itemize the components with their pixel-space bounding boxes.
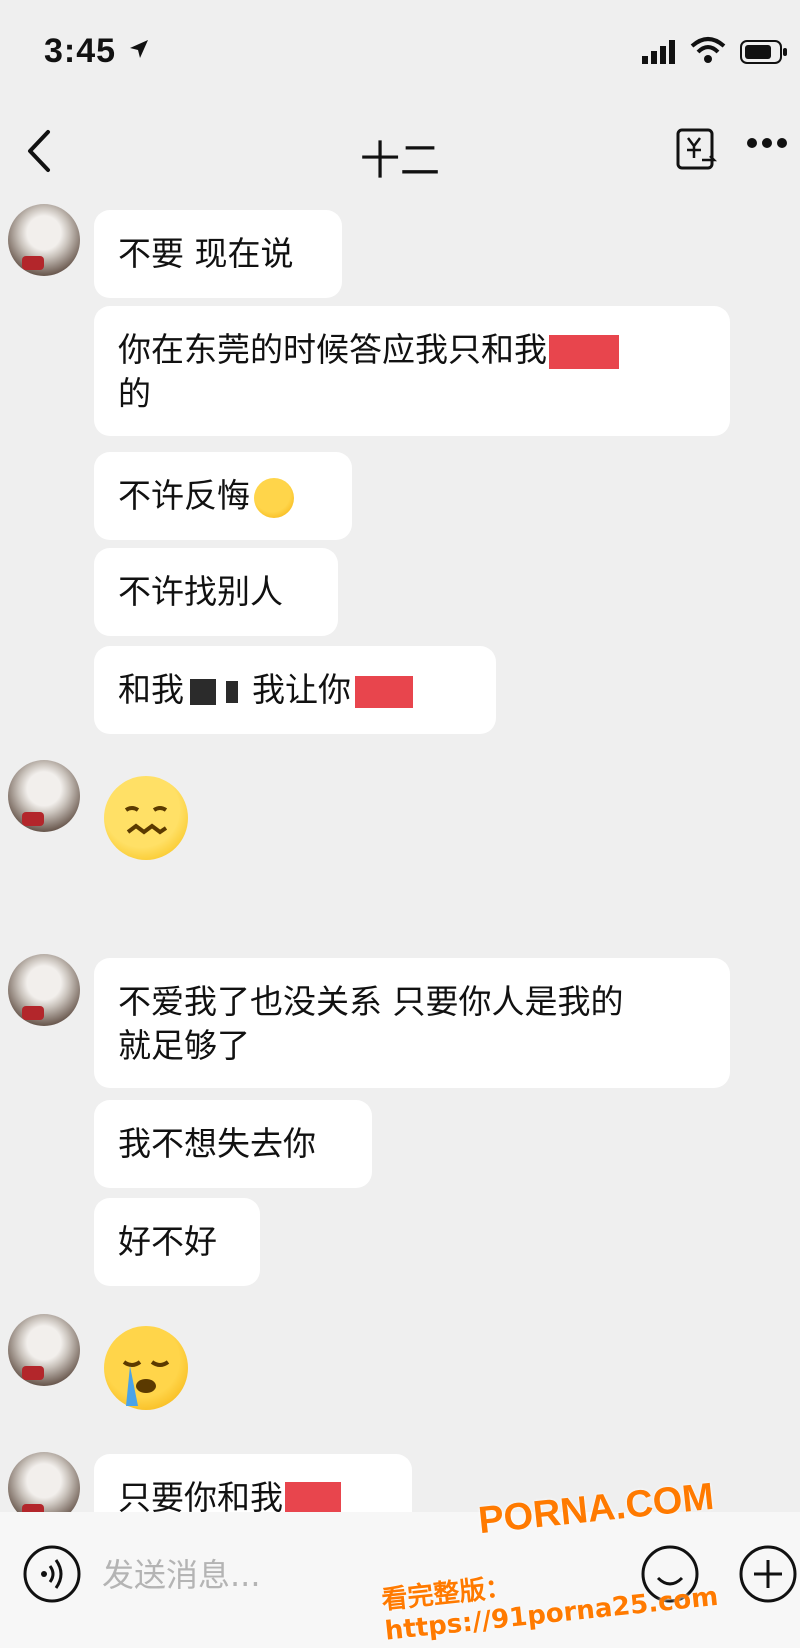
avatar[interactable]: [8, 954, 80, 1026]
chat-header: 十二: [0, 110, 800, 190]
status-time: 3:45: [44, 32, 117, 70]
message-text: 的: [118, 374, 151, 413]
loudly-crying-face-icon: [104, 1326, 188, 1410]
message-bubble: 好不好: [94, 1198, 260, 1286]
message-bubble: 和我 我让你: [94, 646, 496, 734]
message-text: 不要 现在说: [118, 234, 294, 273]
message-bubble: 我不想失去你: [94, 1100, 372, 1188]
signal-icon: [642, 40, 675, 64]
redaction-mark: [190, 678, 216, 705]
message-text: 你在东莞的时候答应我只和我: [118, 330, 547, 369]
message-text: 我让你: [252, 670, 351, 709]
message-bubble: 不许找别人: [94, 548, 338, 636]
battery-icon: [740, 40, 787, 64]
location-arrow-icon: [130, 40, 148, 58]
avatar[interactable]: [8, 204, 80, 276]
message-text: 好不好: [118, 1222, 217, 1261]
redaction-mark: [226, 680, 238, 703]
redaction-mark: [549, 334, 619, 369]
wifi-icon: [690, 37, 726, 63]
message-bubble: 不许反悔: [94, 452, 352, 540]
woozy-face-icon: [104, 776, 188, 860]
translate-icon[interactable]: [676, 128, 718, 172]
redaction-mark: [355, 675, 413, 708]
message-text: 我不想失去你: [118, 1124, 316, 1163]
message-text: 和我: [118, 670, 184, 709]
message-bubble: 你在东莞的时候答应我只和我 的: [94, 306, 730, 436]
avatar[interactable]: [8, 1314, 80, 1386]
message-bubble: 不爱我了也没关系 只要你人是我的 就足够了: [94, 958, 730, 1088]
pleading-face-icon: [254, 477, 294, 518]
status-bar: 3:45: [0, 0, 800, 100]
message-text: 不许反悔: [118, 476, 250, 515]
message-bubble: 不要 现在说: [94, 210, 342, 298]
message-text: 不爱我了也没关系 只要你人是我的: [118, 982, 624, 1021]
message-text: 就足够了: [118, 1026, 250, 1065]
voice-icon[interactable]: [22, 1544, 82, 1604]
more-dots-icon[interactable]: [746, 136, 788, 150]
avatar[interactable]: [8, 760, 80, 832]
message-text: 不许找别人: [118, 572, 283, 611]
